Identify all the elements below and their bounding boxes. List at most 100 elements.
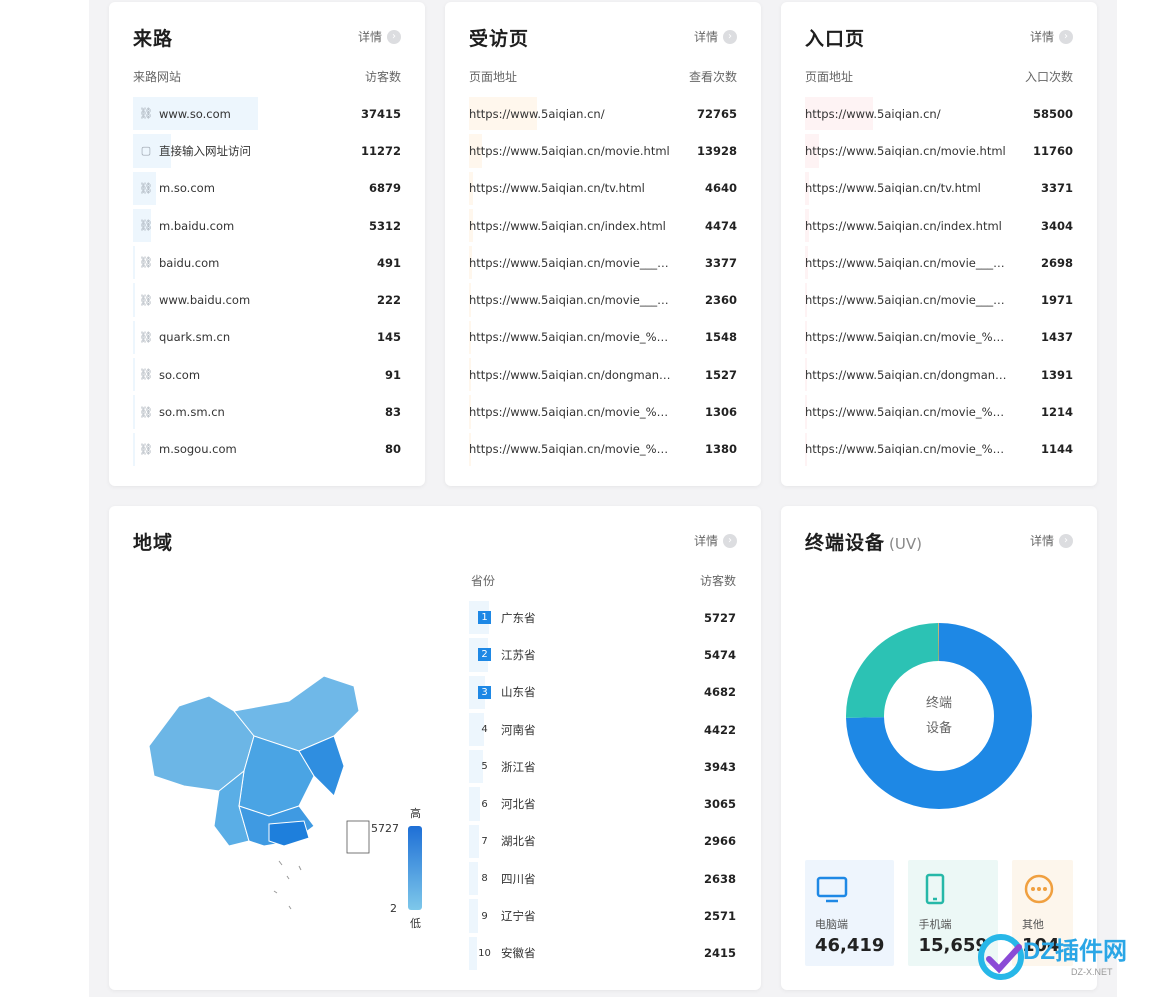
row-label-text[interactable]: https://www.5aiqian.cn/movie_%E5... bbox=[469, 405, 674, 419]
row-label: https://www.5aiqian.cn/movie_%E5... bbox=[805, 405, 1010, 419]
south-sea-inset bbox=[346, 820, 370, 854]
china-map-svg bbox=[148, 675, 370, 910]
device-detail-link[interactable]: 详情 › bbox=[1030, 532, 1073, 549]
row-value: 58500 bbox=[1032, 106, 1073, 121]
region-row[interactable]: 5 浙江省 3943 bbox=[469, 748, 736, 785]
list-item[interactable]: https://www.5aiqian.cn/movie.html 13928 bbox=[469, 132, 737, 169]
row-label-text[interactable]: https://www.5aiqian.cn/movie_%E5... bbox=[469, 330, 674, 344]
row-label: https://www.5aiqian.cn/movie____r... bbox=[805, 293, 1010, 307]
row-label-text[interactable]: https://www.5aiqian.cn/movie_%E7... bbox=[469, 442, 674, 456]
region-row[interactable]: 3 山东省 4682 bbox=[469, 674, 736, 711]
row-label: https://www.5aiqian.cn/movie____r... bbox=[469, 256, 674, 270]
list-item[interactable]: ⛓ m.baidu.com 5312 bbox=[133, 207, 401, 244]
row-label: https://www.5aiqian.cn/movie____r... bbox=[805, 256, 1010, 270]
link-icon: ⛓ bbox=[139, 330, 153, 344]
row-label-text[interactable]: https://www.5aiqian.cn/movie_%E5... bbox=[805, 405, 1010, 419]
list-item[interactable]: https://www.5aiqian.cn/movie____r... 1971 bbox=[805, 281, 1073, 318]
list-item[interactable]: https://www.5aiqian.cn/index.html 4474 bbox=[469, 207, 737, 244]
list-item[interactable]: ⛓ m.so.com 6879 bbox=[133, 170, 401, 207]
row-label-text[interactable]: m.sogou.com bbox=[159, 442, 237, 456]
list-item[interactable]: https://www.5aiqian.cn/movie_%E7... 1380 bbox=[469, 431, 737, 468]
list-item[interactable]: https://www.5aiqian.cn/movie____r... 2360 bbox=[469, 281, 737, 318]
legend-color-scale[interactable] bbox=[408, 826, 422, 910]
list-item[interactable]: https://www.5aiqian.cn/movie_%E5... 1306 bbox=[469, 393, 737, 430]
row-label-text[interactable]: 直接输入网址访问 bbox=[159, 143, 251, 159]
list-item[interactable]: https://www.5aiqian.cn/tv.html 4640 bbox=[469, 170, 737, 207]
list-item[interactable]: https://www.5aiqian.cn/movie_%E5... 1214 bbox=[805, 393, 1073, 430]
row-label-text[interactable]: m.baidu.com bbox=[159, 219, 234, 233]
row-label: https://www.5aiqian.cn/movie_%E5... bbox=[469, 330, 674, 344]
region-row[interactable]: 1 广东省 5727 bbox=[469, 599, 736, 636]
list-item[interactable]: https://www.5aiqian.cn/dongman_%... 1391 bbox=[805, 356, 1073, 393]
list-item[interactable]: https://www.5aiqian.cn/movie____r... 2698 bbox=[805, 244, 1073, 281]
row-value: 72765 bbox=[696, 106, 737, 121]
region-row[interactable]: 2 江苏省 5474 bbox=[469, 636, 736, 673]
region-row[interactable]: 8 四川省 2638 bbox=[469, 860, 736, 897]
list-item[interactable]: ⛓ so.com 91 bbox=[133, 356, 401, 393]
list-item[interactable]: https://www.5aiqian.cn/dongman_%... 1527 bbox=[469, 356, 737, 393]
list-item[interactable]: https://www.5aiqian.cn/movie.html 11760 bbox=[805, 132, 1073, 169]
list-item[interactable]: https://www.5aiqian.cn/72765 bbox=[469, 95, 737, 132]
list-item[interactable]: https://www.5aiqian.cn/index.html 3404 bbox=[805, 207, 1073, 244]
row-label-text[interactable]: https://www.5aiqian.cn/movie____r... bbox=[469, 256, 674, 270]
region-row[interactable]: 10 安徽省 2415 bbox=[469, 935, 736, 972]
list-item[interactable]: https://www.5aiqian.cn/tv.html 3371 bbox=[805, 170, 1073, 207]
region-row[interactable]: 9 辽宁省 2571 bbox=[469, 897, 736, 934]
list-item[interactable]: https://www.5aiqian.cn/58500 bbox=[805, 95, 1073, 132]
row-label-text[interactable]: so.m.sm.cn bbox=[159, 405, 225, 419]
list-item[interactable]: ⛓ baidu.com 491 bbox=[133, 244, 401, 281]
row-label-text[interactable]: https://www.5aiqian.cn/movie____r... bbox=[469, 293, 674, 307]
row-label-text[interactable]: https://www.5aiqian.cn/movie.html bbox=[805, 144, 1006, 158]
list-item[interactable]: https://www.5aiqian.cn/movie_%E5... 1437 bbox=[805, 319, 1073, 356]
column-header: 查看次数 bbox=[688, 70, 737, 84]
list-item[interactable]: https://www.5aiqian.cn/movie____r... 3377 bbox=[469, 244, 737, 281]
row-label-text[interactable]: https://www.5aiqian.cn/movie____r... bbox=[805, 256, 1010, 270]
region-detail-link[interactable]: 详情 › bbox=[694, 532, 737, 549]
region-row[interactable]: 4 河南省 4422 bbox=[469, 711, 736, 748]
device-tile[interactable]: 电脑端 46,419 bbox=[805, 860, 895, 966]
device-donut-chart[interactable]: 终端 设备 bbox=[841, 618, 1037, 814]
row-label-text[interactable]: https://www.5aiqian.cn/movie.html bbox=[469, 144, 670, 158]
list-item[interactable]: ▢ 直接输入网址访问 11272 bbox=[133, 132, 401, 169]
list-item[interactable]: ⛓ www.baidu.com 222 bbox=[133, 281, 401, 318]
row-label-text[interactable]: https://www.5aiqian.cn/dongman_%... bbox=[469, 368, 674, 382]
row-label-text[interactable]: www.so.com bbox=[159, 107, 231, 121]
entry-detail-link[interactable]: 详情 › bbox=[1030, 28, 1073, 45]
list-item[interactable]: ⛓ quark.sm.cn 145 bbox=[133, 319, 401, 356]
region-row[interactable]: 6 河北省 3065 bbox=[469, 785, 736, 822]
row-label-text[interactable]: baidu.com bbox=[159, 256, 219, 270]
row-value: 1527 bbox=[704, 367, 737, 382]
row-label-text[interactable]: https://www.5aiqian.cn/ bbox=[469, 107, 605, 121]
row-label: https://www.5aiqian.cn/tv.html bbox=[805, 181, 981, 195]
row-label: 9 辽宁省 bbox=[469, 908, 535, 924]
link-icon: ⛓ bbox=[139, 256, 153, 270]
row-label-text[interactable]: https://www.5aiqian.cn/index.html bbox=[469, 219, 666, 233]
row-label-text[interactable]: https://www.5aiqian.cn/movie____r... bbox=[805, 293, 1010, 307]
list-item[interactable]: https://www.5aiqian.cn/movie_%E5... 1548 bbox=[469, 319, 737, 356]
row-value: 4474 bbox=[704, 218, 737, 233]
row-label-text[interactable]: https://www.5aiqian.cn/tv.html bbox=[805, 181, 981, 195]
row-label-text[interactable]: https://www.5aiqian.cn/ bbox=[805, 107, 941, 121]
row-label-text[interactable]: https://www.5aiqian.cn/tv.html bbox=[469, 181, 645, 195]
list-item[interactable]: ⛓ m.sogou.com 80 bbox=[133, 431, 401, 468]
row-label-text[interactable]: quark.sm.cn bbox=[159, 330, 230, 344]
row-label-text[interactable]: https://www.5aiqian.cn/dongman_%... bbox=[805, 368, 1010, 382]
row-label-text[interactable]: https://www.5aiqian.cn/movie_%E7... bbox=[805, 442, 1010, 456]
chevron-right-icon: › bbox=[723, 533, 737, 548]
row-label-text[interactable]: https://www.5aiqian.cn/index.html bbox=[805, 219, 1002, 233]
entry-table-header: 页面地址 入口次数 bbox=[805, 68, 1073, 85]
row-label-text[interactable]: m.so.com bbox=[159, 181, 215, 195]
column-header: 来路网站 bbox=[133, 70, 182, 84]
row-label: 8 四川省 bbox=[469, 871, 535, 887]
list-item[interactable]: ⛓ so.m.sm.cn 83 bbox=[133, 393, 401, 430]
row-value: 11272 bbox=[360, 143, 401, 158]
region-row[interactable]: 7 湖北省 2966 bbox=[469, 823, 736, 860]
row-label-text[interactable]: www.baidu.com bbox=[159, 293, 250, 307]
row-label-text[interactable]: https://www.5aiqian.cn/movie_%E5... bbox=[805, 330, 1010, 344]
list-item[interactable]: https://www.5aiqian.cn/movie_%E7... 1144 bbox=[805, 431, 1073, 468]
list-item[interactable]: ⛓ www.so.com 37415 bbox=[133, 95, 401, 132]
row-label-text[interactable]: so.com bbox=[159, 368, 200, 382]
referrer-detail-link[interactable]: 详情 › bbox=[358, 28, 401, 45]
row-label: 5 浙江省 bbox=[469, 759, 535, 775]
visited-detail-link[interactable]: 详情 › bbox=[694, 28, 737, 45]
